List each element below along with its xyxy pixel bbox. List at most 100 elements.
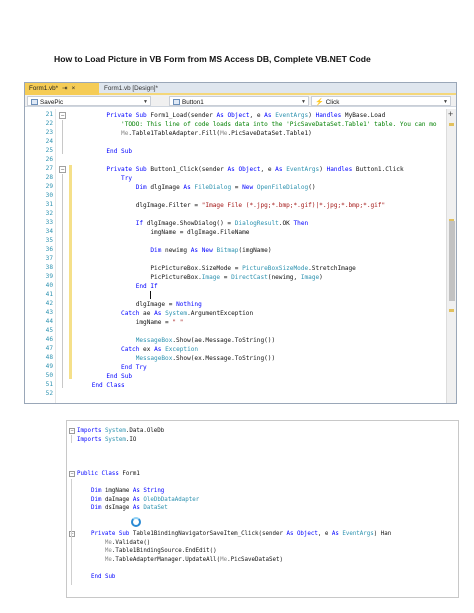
event-dropdown[interactable]: ⚡ Click ▼ xyxy=(311,96,451,106)
change-bar xyxy=(69,165,72,379)
line-number: 33 xyxy=(45,219,53,226)
code-line[interactable]: PicPictureBox.SizeMode = PictureBoxSizeM… xyxy=(77,264,355,273)
close-icon[interactable]: × xyxy=(72,83,76,95)
code-line[interactable]: Try xyxy=(77,174,132,183)
code-line[interactable]: Catch ae As System.ArgumentException xyxy=(77,309,253,318)
code-line[interactable]: 'TODO: This line of code loads data into… xyxy=(77,120,437,129)
code-editor-screenshot: Form1.vb* ⇥ × Form1.vb [Design]* SavePic ▼… xyxy=(24,82,457,404)
line-number: 44 xyxy=(45,318,53,325)
tab-label: Form1.vb* xyxy=(29,85,59,92)
code-line[interactable]: PicPictureBox.Image = DirectCast(newimg,… xyxy=(77,273,322,282)
outline-guide xyxy=(71,435,72,443)
code-line[interactable]: imgName = " " xyxy=(77,318,184,327)
line-number: 48 xyxy=(45,354,53,361)
line-number: 34 xyxy=(45,228,53,235)
line-number: 24 xyxy=(45,138,53,145)
line-number: 43 xyxy=(45,309,53,316)
event-bolt-icon: ⚡ xyxy=(315,99,324,106)
tab-form1-design[interactable]: Form1.vb [Design]* xyxy=(100,83,170,95)
object-dropdown-value: Button1 xyxy=(182,99,204,106)
code-line[interactable]: Private Sub Button1_Click(sender As Obje… xyxy=(77,165,403,174)
line-number: 27 xyxy=(45,165,53,172)
code-line[interactable]: End Try xyxy=(77,363,147,372)
scroll-marker xyxy=(449,309,454,312)
line-number: 32 xyxy=(45,210,53,217)
navigation-bar: SavePic ▼ Button1 ▼ ⚡ Click ▼ xyxy=(25,95,456,107)
object-dropdown[interactable]: Button1 ▼ xyxy=(169,96,309,106)
snippet-code-line: Imports System.IO xyxy=(77,436,137,443)
line-number: 35 xyxy=(45,237,53,244)
tab-label: Form1.vb [Design]* xyxy=(104,85,158,92)
snippet-code-line: Me.TableAdapterManager.UpdateAll(Me.PicS… xyxy=(104,557,283,563)
code-line[interactable]: End Class xyxy=(77,381,125,390)
snippet-code-line: Imports System.Data.OleDb xyxy=(77,428,165,434)
line-number: 42 xyxy=(45,300,53,307)
code-line[interactable]: Dim dlgImage As FileDialog = New OpenFil… xyxy=(77,183,316,192)
line-number: 37 xyxy=(45,255,53,262)
class-dropdown[interactable]: SavePic ▼ xyxy=(27,96,151,106)
line-number: 26 xyxy=(45,156,53,163)
code-line[interactable]: dlgImage = Nothing xyxy=(77,300,202,309)
code-line[interactable]: MessageBox.Show(ae.Message.ToString()) xyxy=(77,336,275,345)
document-title: How to Load Picture in VB Form from MS A… xyxy=(54,54,371,64)
code-line[interactable]: dlgImage.Filter = "Image File (*.jpg;*.b… xyxy=(77,201,386,210)
line-number: 52 xyxy=(45,390,53,397)
code-line[interactable]: End If xyxy=(77,282,158,291)
code-line[interactable]: Catch ex As Exception xyxy=(77,345,198,354)
line-number: 29 xyxy=(45,183,53,190)
loading-spinner-icon xyxy=(131,517,141,527)
code-line[interactable]: Private Sub Form1_Load(sender As Object,… xyxy=(77,111,385,120)
editor-tab-strip: Form1.vb* ⇥ × Form1.vb [Design]* xyxy=(25,83,456,95)
code-line[interactable]: End Sub xyxy=(77,147,132,156)
snippet-code-line: End Sub xyxy=(90,574,116,581)
line-number: 31 xyxy=(45,201,53,208)
tab-form1-vb[interactable]: Form1.vb* ⇥ × xyxy=(25,83,99,95)
collapse-toggle-icon[interactable]: − xyxy=(69,531,75,538)
snippet-code-line: Dim daImage As OleDbDataAdapter xyxy=(90,496,200,503)
code-line[interactable]: MessageBox.Show(ex.Message.ToString()) xyxy=(77,354,275,363)
outline-guide xyxy=(62,174,63,388)
line-number: 50 xyxy=(45,372,53,379)
collapse-toggle-icon[interactable]: − xyxy=(59,166,66,173)
chevron-down-icon: ▼ xyxy=(143,99,148,105)
outline-guide xyxy=(62,120,63,154)
line-number: 51 xyxy=(45,381,53,388)
code-line[interactable]: If dlgImage.ShowDialog() = DialogResult.… xyxy=(77,219,308,228)
snippet-code-line: Public Class Form1 xyxy=(77,471,140,477)
snippet-code-line: Dim dsImage As DataSet xyxy=(90,505,168,512)
scrollbar-thumb[interactable] xyxy=(449,221,455,301)
outline-guide xyxy=(71,535,72,585)
line-number: 22 xyxy=(45,120,53,127)
line-number: 38 xyxy=(45,264,53,271)
code-snippet-screenshot: Imports System.Data.OleDb − Imports System… xyxy=(66,420,459,598)
code-line[interactable]: Me.Table1TableAdapter.Fill(Me.PicSaveDat… xyxy=(77,129,312,138)
line-number: 41 xyxy=(45,291,53,298)
collapse-toggle-icon[interactable]: − xyxy=(69,428,75,434)
line-number: 21 xyxy=(45,111,53,118)
line-number: 40 xyxy=(45,282,53,289)
snippet-code-line: Private Sub Table1BindingNavigatorSaveIt… xyxy=(90,531,392,538)
line-number: 49 xyxy=(45,363,53,370)
collapse-toggle-icon[interactable]: − xyxy=(59,112,66,119)
code-line[interactable]: Dim newimg As New Bitmap(imgName) xyxy=(77,246,271,255)
code-line[interactable]: imgName = dlgImage.FileName xyxy=(77,228,249,237)
vertical-scrollbar[interactable]: + xyxy=(446,109,456,403)
code-area[interactable]: 21 22 23 24 25 26 27 28 29 30 31 32 33 34 35 36 37 38 39 40… xyxy=(25,109,456,403)
snippet-code-line: Me.Table1BindingSource.EndEdit() xyxy=(104,548,217,555)
collapse-toggle-icon[interactable]: − xyxy=(69,471,75,477)
line-number: 28 xyxy=(45,174,53,181)
line-number: 45 xyxy=(45,327,53,334)
button-icon xyxy=(173,99,180,105)
pin-icon[interactable]: ⇥ xyxy=(62,83,67,95)
line-number: 39 xyxy=(45,273,53,280)
text-caret xyxy=(150,291,151,299)
scroll-marker xyxy=(449,123,454,126)
chevron-down-icon: ▼ xyxy=(301,99,306,105)
class-icon xyxy=(31,99,38,105)
outlining-margin: − − xyxy=(59,109,67,403)
snippet-code-line: Me.Validate() xyxy=(104,539,151,546)
line-number: 36 xyxy=(45,246,53,253)
code-line[interactable]: End Sub xyxy=(77,372,132,381)
line-number: 25 xyxy=(45,147,53,154)
split-plus-icon[interactable]: + xyxy=(448,109,453,119)
